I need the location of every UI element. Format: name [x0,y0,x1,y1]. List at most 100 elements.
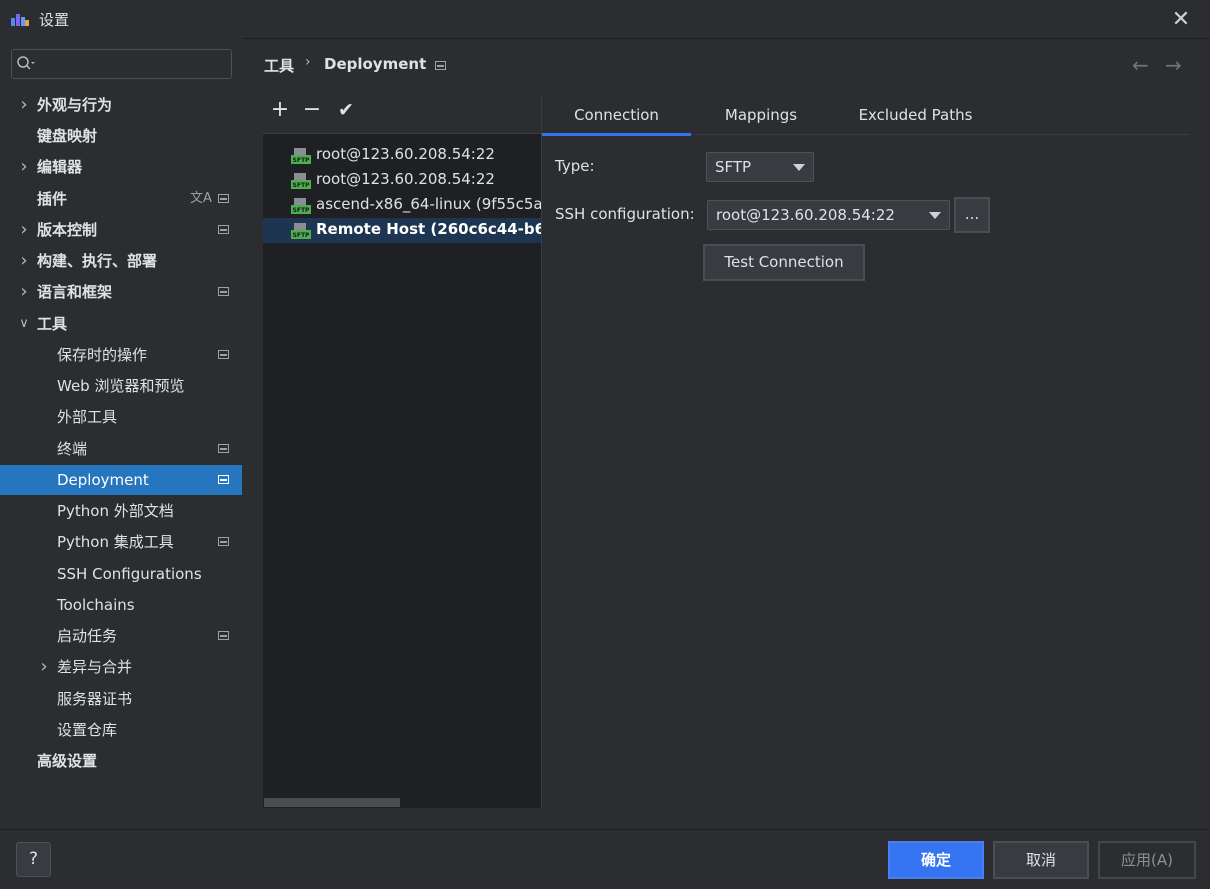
sidebar-item[interactable]: 高级设置 [0,746,242,776]
search-icon [17,56,35,70]
cancel-button[interactable]: 取消 [993,841,1089,879]
chevron-right-icon[interactable]: › [17,152,31,182]
sidebar-item[interactable]: SSH Configurations [0,559,242,589]
breadcrumb-parent[interactable]: 工具 [264,55,294,76]
title-bar [0,0,1210,39]
type-label: Type: [555,157,595,175]
server-list-item[interactable]: SFTP root@123.60.208.54:22 [263,143,541,168]
chevron-right-icon[interactable]: › [17,277,31,307]
search-input[interactable] [11,49,232,79]
sidebar-item-label: 差异与合并 [57,658,133,676]
project-settings-icon [218,194,229,203]
tab-mappings[interactable]: Mappings [691,96,831,134]
sidebar-item-label: 外观与行为 [37,96,113,114]
sidebar-item[interactable]: › 差异与合并 [0,652,242,682]
sidebar-item-label: 键盘映射 [37,127,98,145]
remove-server-button[interactable]: − [299,97,325,123]
sidebar-item[interactable]: 服务器证书 [0,684,242,714]
sidebar-item-label: 启动任务 [57,627,118,645]
sidebar-item[interactable]: Web 浏览器和预览 [0,371,242,401]
type-select[interactable]: SFTP [706,152,814,182]
ssh-configuration-label: SSH configuration: [555,205,695,223]
server-name: Remote Host (260c6c44-b65b- [316,220,541,238]
sidebar-item[interactable]: 键盘映射 [0,121,242,151]
chevron-right-icon[interactable]: › [17,215,31,245]
sidebar-item-label: Deployment [57,471,149,489]
forward-arrow-icon[interactable]: → [1165,53,1182,77]
set-default-button[interactable]: ✔ [333,97,359,123]
sidebar-item[interactable]: › 语言和框架 [0,277,242,307]
apply-button[interactable]: 应用(A) [1098,841,1196,879]
sidebar-item-label: 服务器证书 [57,690,133,708]
sidebar-item-label: SSH Configurations [57,565,202,583]
server-list-item[interactable]: SFTP root@123.60.208.54:22 [263,168,541,193]
chevron-down-icon[interactable]: ∨ [17,309,31,339]
svg-text:SFTP: SFTP [293,157,311,164]
tab-connection[interactable]: Connection [542,96,691,136]
server-list-item[interactable]: SFTP ascend-x86_64-linux (9f55c5ae- [263,193,541,218]
sidebar-item[interactable]: › 版本控制 [0,215,242,245]
project-settings-icon [218,225,229,234]
sftp-server-icon: SFTP [291,148,311,164]
test-connection-button[interactable]: Test Connection [703,244,865,281]
add-server-button[interactable]: + [267,97,293,123]
close-icon[interactable]: ✕ [1168,6,1194,32]
type-select-value: SFTP [715,158,752,176]
sidebar-item-label: Python 集成工具 [57,533,174,551]
sidebar-item[interactable]: ∨ 工具 [0,309,242,339]
chevron-right-icon[interactable]: › [17,246,31,276]
sidebar-item[interactable]: 插件 文A [0,184,242,214]
translate-icon: 文A [190,191,212,206]
sidebar-item[interactable]: › 外观与行为 [0,90,242,120]
ssh-configuration-select[interactable]: root@123.60.208.54:22 [707,200,950,230]
sidebar-item-label: 编辑器 [37,158,83,176]
sidebar-item-label: 保存时的操作 [57,346,148,364]
back-arrow-icon[interactable]: ← [1132,53,1149,77]
tab-excluded-paths[interactable]: Excluded Paths [831,96,1000,134]
sidebar-item-label: Python 外部文档 [57,502,174,520]
chevron-down-icon [793,164,805,171]
server-name: ascend-x86_64-linux (9f55c5ae- [316,195,541,213]
chevron-right-icon[interactable]: › [37,652,51,682]
sidebar-item-label: 终端 [57,440,88,458]
project-settings-icon [218,444,229,453]
sidebar-item[interactable]: Python 外部文档 [0,496,242,526]
help-button[interactable]: ? [16,842,51,877]
svg-text:SFTP: SFTP [293,182,311,189]
sidebar-item[interactable]: › 编辑器 [0,152,242,182]
server-name: root@123.60.208.54:22 [316,170,495,188]
project-settings-icon [218,631,229,640]
svg-text:SFTP: SFTP [293,232,311,239]
sidebar-item[interactable]: 外部工具 [0,402,242,432]
sidebar-item[interactable]: 设置仓库 [0,715,242,745]
svg-text:SFTP: SFTP [293,207,311,214]
breadcrumb-separator: › [305,54,311,70]
sidebar-item[interactable]: › 构建、执行、部署 [0,246,242,276]
sftp-server-icon: SFTP [291,198,311,214]
page-title: Deployment [324,55,427,73]
sidebar-item-label: 构建、执行、部署 [37,252,158,270]
chevron-right-icon[interactable]: › [17,90,31,120]
sidebar-item[interactable]: 启动任务 [0,621,242,651]
chevron-down-icon [929,212,941,219]
project-settings-icon [218,287,229,296]
sidebar-item-label: 设置仓库 [57,721,118,739]
server-list-item[interactable]: SFTP Remote Host (260c6c44-b65b- [263,218,541,243]
ssh-configuration-value: root@123.60.208.54:22 [716,206,895,224]
project-settings-icon [218,537,229,546]
sidebar-item[interactable]: Deployment [0,465,242,495]
sidebar-item[interactable]: Python 集成工具 [0,527,242,557]
browse-ssh-config-button[interactable]: ... [954,197,990,233]
sidebar-item[interactable]: 保存时的操作 [0,340,242,370]
sidebar-item-label: Web 浏览器和预览 [57,377,185,395]
splitter[interactable] [541,96,542,810]
sftp-server-icon: SFTP [291,223,311,239]
sidebar-item[interactable]: Toolchains [0,590,242,620]
scrollbar-thumb[interactable] [264,798,400,807]
ok-button[interactable]: 确定 [888,841,984,879]
sidebar-item-label: 外部工具 [57,408,118,426]
project-settings-icon [218,475,229,484]
sidebar-item-label: 高级设置 [37,752,98,770]
sftp-server-icon: SFTP [291,173,311,189]
sidebar-item[interactable]: 终端 [0,434,242,464]
